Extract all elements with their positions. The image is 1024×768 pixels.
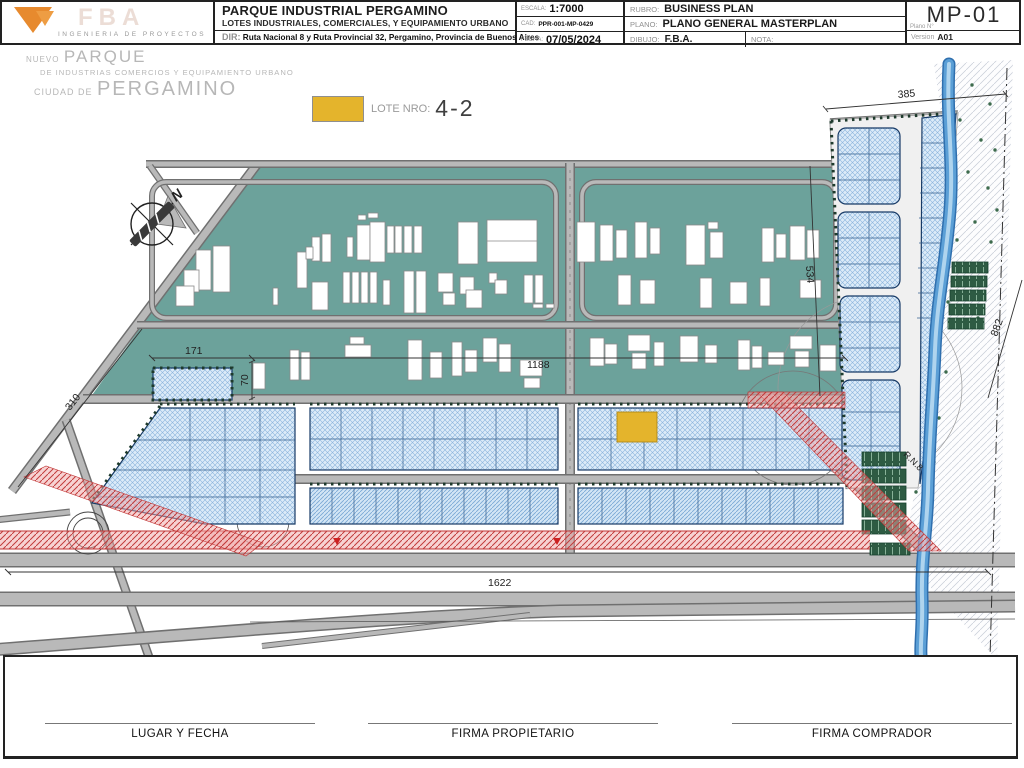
version-label: Version	[911, 33, 935, 41]
dibujo-value: F.B.A.	[664, 34, 693, 45]
watermark-ciudad-de: CIUDAD DE	[34, 87, 93, 97]
signature-line-place-date: LUGAR Y FECHA	[45, 723, 315, 742]
escala-label: ESCALA:	[521, 6, 547, 12]
place-date-label: LUGAR Y FECHA	[131, 728, 229, 740]
fecha-row: FECHA: 07/05/2024	[517, 32, 623, 47]
project-title: PARQUE INDUSTRIAL PERGAMINO	[222, 3, 448, 18]
legend-label: LOTE NRO:	[371, 102, 431, 115]
legend-lot-number: 4-2	[435, 95, 475, 121]
classification-cell: RUBRO: BUSINESS PLAN PLANO: PLANO GENERA…	[625, 2, 907, 47]
watermark-nuevo: NUEVO	[26, 55, 60, 64]
dir-value: Ruta Nacional 8 y Ruta Provincial 32, Pe…	[242, 33, 540, 42]
fields-cell: ESCALA: 1:7000 CAD: PPR-001-MP-0429 FECH…	[517, 2, 625, 46]
logo-cell: FBA INGENIERIA DE PROYECTOS	[2, 2, 215, 43]
project-title-row: PARQUE INDUSTRIAL PERGAMINO LOTES INDUST…	[215, 2, 515, 31]
company-tagline: INGENIERIA DE PROYECTOS	[58, 31, 207, 38]
owner-signature-label: FIRMA PROPIETARIO	[451, 728, 575, 740]
lot-color-swatch	[312, 95, 364, 122]
watermark-parque: PARQUE	[63, 47, 147, 66]
project-watermark: NUEVO PARQUE DE INDUSTRIAS COMERCIOS Y E…	[26, 47, 294, 101]
rubro-label: RUBRO:	[630, 4, 660, 14]
buyer-signature-label: FIRMA COMPRADOR	[811, 728, 933, 740]
watermark-line3: CIUDAD DE PERGAMINO	[34, 78, 294, 101]
highlighted-lot-4-2	[616, 411, 658, 443]
site-plan-drawing: 385 534 882 310 171 70 1188 1622 R.N.8 N	[0, 57, 1023, 663]
dim-total-frontage: 1622	[488, 577, 512, 589]
watermark-line2: DE INDUSTRIAS COMERCIOS Y EQUIPAMIENTO U…	[40, 68, 294, 77]
watermark-pergamino: PERGAMINO	[96, 78, 238, 100]
dibujo-label: DIBUJO:	[630, 35, 660, 44]
company-logo-triangle-small-icon	[36, 11, 54, 26]
lot-legend: LOTE NRO: 4-2	[312, 95, 475, 122]
dim-industrial-depth: 534	[803, 265, 816, 283]
dim-lot-block-depth: 70	[239, 374, 251, 386]
dim-top-width: 385	[897, 87, 916, 100]
watermark-line1: NUEVO PARQUE	[26, 47, 294, 67]
sheet-id-cell: MP-01 Plano N° Version A01	[907, 2, 1021, 43]
masterplan-sheet: 385 534 882 310 171 70 1188 1622 R.N.8 N…	[0, 0, 1024, 768]
signature-line-buyer: FIRMA COMPRADOR	[732, 723, 1012, 742]
project-subtitle: LOTES INDUSTRIALES, COMERCIALES, Y EQUIP…	[222, 18, 509, 28]
cad-row: CAD: PPR-001-MP-0429	[517, 17, 623, 32]
signature-block: LUGAR Y FECHA FIRMA PROPIETARIO FIRMA CO…	[3, 655, 1018, 759]
fecha-label: FECHA:	[521, 36, 544, 43]
dibujo-nota-row: DIBUJO: F.B.A. NOTA:	[625, 32, 905, 47]
plano-n-label: Plano N°	[910, 24, 934, 30]
version-row: Version A01	[907, 31, 1021, 43]
rubro-row: RUBRO: BUSINESS PLAN	[625, 2, 905, 17]
rubro-value: BUSINESS PLAN	[664, 3, 754, 15]
escala-value: 1:7000	[549, 3, 584, 15]
dim-main-frontage: 1188	[527, 359, 550, 371]
title-block: FBA INGENIERIA DE PROYECTOS PARQUE INDUS…	[0, 0, 1021, 47]
version-value: A01	[937, 32, 953, 42]
dim-lot-block-width: 171	[185, 345, 203, 357]
nota-label: NOTA:	[751, 35, 774, 44]
sheet-number-cell: MP-01 Plano N°	[907, 2, 1021, 31]
plano-label: PLANO:	[630, 19, 658, 29]
plano-value: PLANO GENERAL MASTERPLAN	[662, 18, 838, 30]
project-address-row: DIR: Ruta Nacional 8 y Ruta Provincial 3…	[215, 31, 539, 44]
plano-row: PLANO: PLANO GENERAL MASTERPLAN	[625, 17, 905, 32]
escala-row: ESCALA: 1:7000	[517, 2, 623, 17]
company-name: FBA	[78, 4, 146, 31]
signature-line-owner: FIRMA PROPIETARIO	[368, 723, 658, 742]
fecha-value: 07/05/2024	[546, 33, 602, 46]
project-cell: PARQUE INDUSTRIAL PERGAMINO LOTES INDUST…	[215, 2, 539, 44]
cad-value: PPR-001-MP-0429	[538, 20, 594, 28]
cad-label: CAD:	[521, 21, 536, 27]
dir-label: DIR:	[222, 32, 241, 42]
